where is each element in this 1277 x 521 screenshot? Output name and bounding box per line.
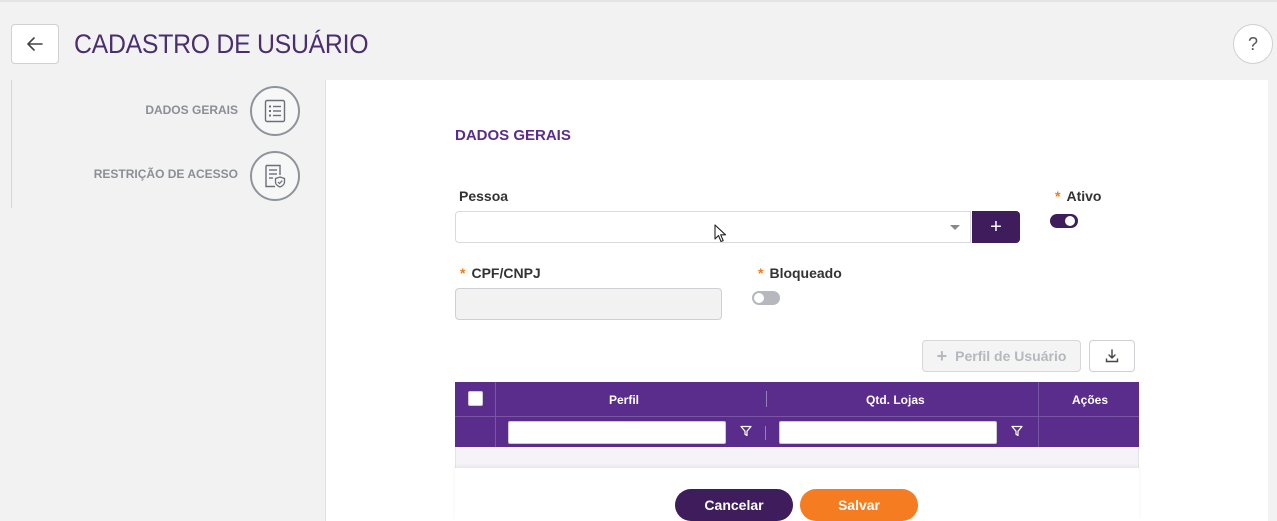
chevron-down-icon [950,225,960,230]
cpf-label: * CPF/CNPJ [460,265,541,281]
perfil-filter-input[interactable] [508,421,726,444]
grid-header-row: Perfil Qtd. Lojas Ações [455,382,1139,416]
add-perfil-label: Perfil de Usuário [955,348,1067,364]
select-all-checkbox[interactable] [468,391,483,406]
column-header-perfil[interactable]: Perfil [609,393,639,407]
download-icon [1105,349,1119,363]
page-title: CADASTRO DE USUÁRIO [74,29,369,59]
add-pessoa-button[interactable]: + [972,211,1020,243]
cancel-button[interactable]: Cancelar [675,489,793,521]
step-label: RESTRIÇÃO DE ACESSO [93,167,238,181]
required-mark: * [460,265,466,281]
section-title: DADOS GERAIS [455,127,571,144]
pessoa-select[interactable] [455,211,971,243]
grid-filter-row [455,416,1139,447]
mouse-cursor-icon [714,224,727,243]
ativo-label-text: Ativo [1066,188,1102,204]
help-button[interactable]: ? [1233,24,1273,64]
arrow-left-icon [27,37,43,51]
bloqueado-toggle[interactable] [752,291,780,305]
perfil-grid: Perfil Qtd. Lojas Ações [455,382,1139,469]
step-label: DADOS GERAIS [145,103,238,117]
column-header-acoes: Ações [1072,393,1109,407]
bloqueado-label-text: Bloqueado [769,265,842,281]
plus-icon: + [936,345,948,366]
column-divider [766,391,767,407]
column-header-qtd-lojas[interactable]: Qtd. Lojas [866,393,925,407]
column-divider [495,382,496,416]
toggle-knob [754,293,764,303]
top-border [0,0,1277,2]
plus-icon: + [990,215,1002,238]
filter-icon[interactable] [740,425,752,437]
help-icon: ? [1247,33,1258,54]
required-mark: * [758,265,764,281]
filter-icon[interactable] [1011,425,1023,437]
ativo-label: * Ativo [1055,188,1101,204]
column-divider [1038,382,1039,416]
required-mark: * [1055,188,1061,204]
cpf-input[interactable] [455,288,722,320]
qtd-lojas-filter-input[interactable] [779,421,997,444]
filter-divider [765,426,766,440]
toggle-knob [1065,216,1075,226]
save-button[interactable]: Salvar [800,489,918,521]
pessoa-label: Pessoa [459,188,509,204]
stepper-line [11,80,12,208]
add-perfil-button[interactable]: + Perfil de Usuário [922,340,1081,372]
footer-bar [455,468,1139,521]
back-button[interactable] [11,24,59,64]
ativo-toggle[interactable] [1050,214,1078,228]
document-shield-icon [250,151,300,201]
column-divider [1038,417,1039,447]
list-document-icon [250,86,300,136]
cpf-label-text: CPF/CNPJ [471,265,541,281]
bloqueado-label: * Bloqueado [758,265,842,281]
column-divider [495,417,496,447]
export-button[interactable] [1089,340,1135,372]
grid-body [455,447,1139,469]
